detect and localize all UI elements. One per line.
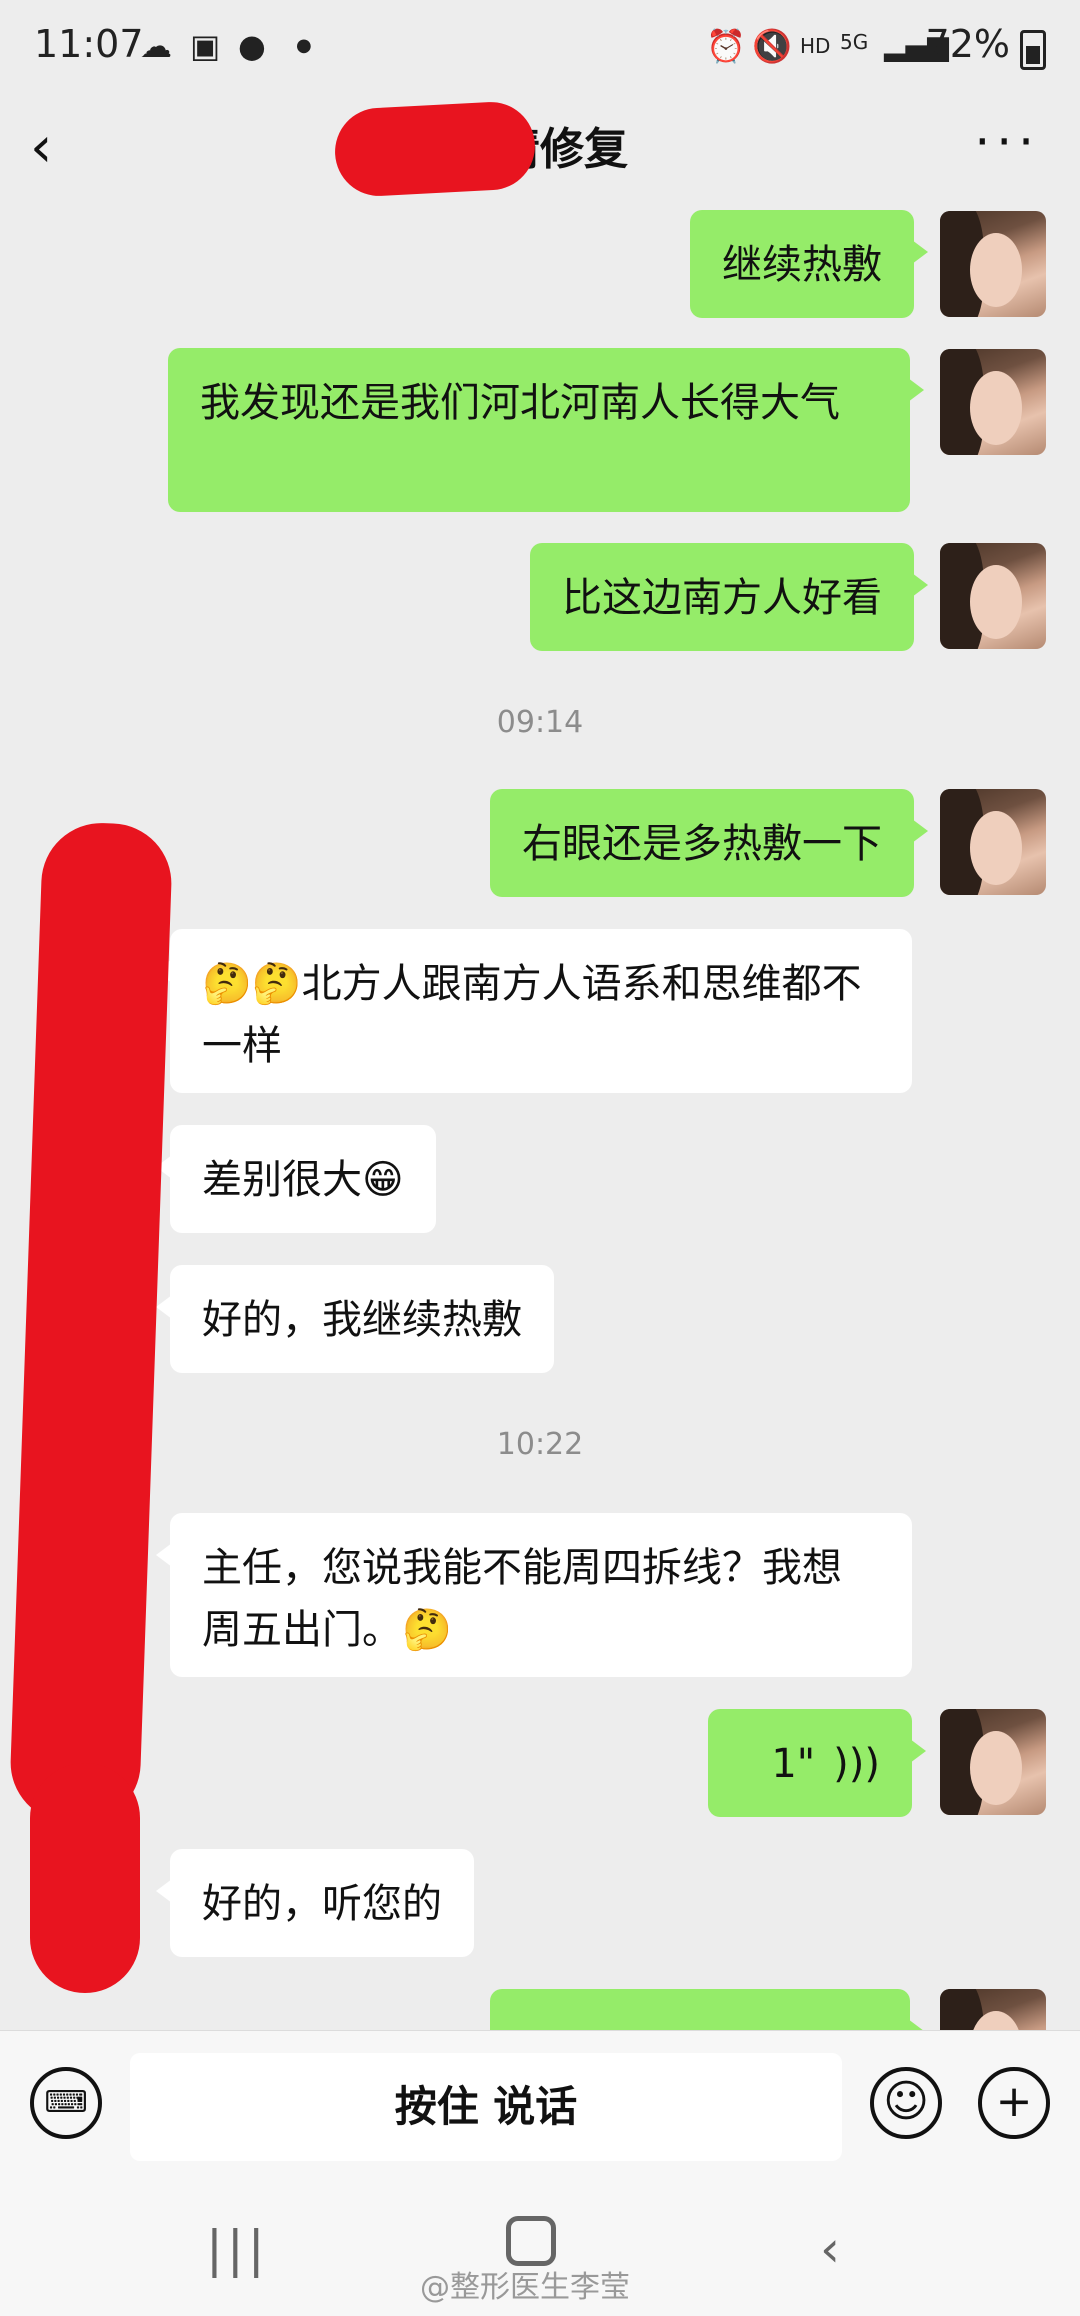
chat-header: ‹ 眼睛修复 ··· — [0, 95, 1080, 203]
message-text: 主任，您说我能不能周四拆线？我想周五出门。🤔 — [202, 1545, 842, 1653]
mute-icon: 🔇 — [752, 27, 792, 65]
voice-wave-icon: ))) — [833, 1741, 880, 1787]
hd-label: HD — [800, 34, 831, 58]
avatar[interactable] — [940, 789, 1046, 895]
redaction-mark — [30, 1763, 140, 1993]
redaction-mark — [332, 99, 538, 199]
battery-icon — [1020, 30, 1046, 70]
avatar[interactable] — [940, 211, 1046, 317]
message-bubble-outgoing-partial[interactable] — [490, 1989, 924, 2030]
network-type: 5G — [840, 30, 869, 54]
message-bubble-incoming[interactable]: 好的，听您的 — [156, 1849, 474, 1957]
message-text: 比这边南方人好看 — [562, 575, 882, 621]
more-dots-icon[interactable]: ··· — [974, 113, 1040, 171]
watermark: @整形医生李莹 — [420, 2270, 630, 2305]
status-bar: 11:07 ☁ ▣ ● ● ⏰ 🔇 HD 5G ▂▄▆ 72% — [0, 0, 1080, 95]
timestamp: 10:22 — [496, 1427, 584, 1462]
avatar[interactable] — [940, 349, 1046, 455]
message-text: 🤔🤔北方人跟南方人语系和思维都不一样 — [202, 961, 862, 1069]
input-bar: ⌨ 按住 说话 ☺ + — [0, 2030, 1080, 2181]
battery-percent: 72% — [925, 22, 1010, 66]
timestamp: 09:14 — [496, 705, 584, 740]
message-bubble-incoming[interactable]: 主任，您说我能不能周四拆线？我想周五出门。🤔 — [156, 1513, 912, 1677]
voice-message-bubble[interactable]: 1"))) — [708, 1709, 926, 1817]
message-bubble-incoming[interactable]: 差别很大😁 — [156, 1125, 436, 1233]
keyboard-icon[interactable]: ⌨ — [30, 2067, 102, 2139]
message-text: 继续热敷 — [722, 242, 882, 288]
redaction-mark — [8, 821, 174, 1825]
message-bubble-incoming[interactable]: 好的，我继续热敷 — [156, 1265, 554, 1373]
chat-title: 眼睛修复 — [452, 124, 628, 175]
message-text: 差别很大😁 — [202, 1157, 404, 1203]
dot-icon: ● — [296, 35, 312, 56]
plus-icon[interactable]: + — [978, 2067, 1050, 2139]
chat-notification-icon: ● — [238, 27, 266, 65]
message-bubble-outgoing[interactable]: 右眼还是多热敷一下 — [490, 789, 928, 897]
message-text: 好的，听您的 — [202, 1881, 442, 1927]
message-text: 我发现还是我们河北河南人长得大气 — [200, 380, 840, 426]
gallery-icon: ▣ — [190, 27, 221, 65]
avatar[interactable] — [940, 1709, 1046, 1815]
recent-apps-icon[interactable]: ||| — [206, 2220, 269, 2278]
message-text: 右眼还是多热敷一下 — [522, 821, 882, 867]
message-bubble-outgoing[interactable]: 比这边南方人好看 — [530, 543, 928, 651]
avatar[interactable] — [940, 1989, 1046, 2030]
avatar[interactable] — [940, 543, 1046, 649]
message-list[interactable]: 继续热敷 我发现还是我们河北河南人长得大气 比这边南方人好看 09:14 右眼还… — [0, 203, 1080, 2030]
message-bubble-incoming[interactable]: 🤔🤔北方人跟南方人语系和思维都不一样 — [156, 929, 912, 1093]
hold-to-talk-button[interactable]: 按住 说话 — [130, 2053, 842, 2161]
back-icon[interactable]: ‹ — [820, 2220, 840, 2278]
voice-duration: 1" — [771, 1741, 816, 1787]
message-bubble-outgoing[interactable]: 继续热敷 — [690, 210, 928, 318]
alarm-icon: ⏰ — [706, 27, 746, 65]
status-time: 11:07 — [34, 22, 144, 66]
emoji-icon[interactable]: ☺ — [870, 2067, 942, 2139]
home-icon[interactable] — [506, 2216, 556, 2266]
cloud-app-icon: ☁ — [140, 27, 172, 65]
message-bubble-outgoing[interactable]: 我发现还是我们河北河南人长得大气 — [168, 348, 924, 512]
message-text: 好的，我继续热敷 — [202, 1297, 522, 1343]
